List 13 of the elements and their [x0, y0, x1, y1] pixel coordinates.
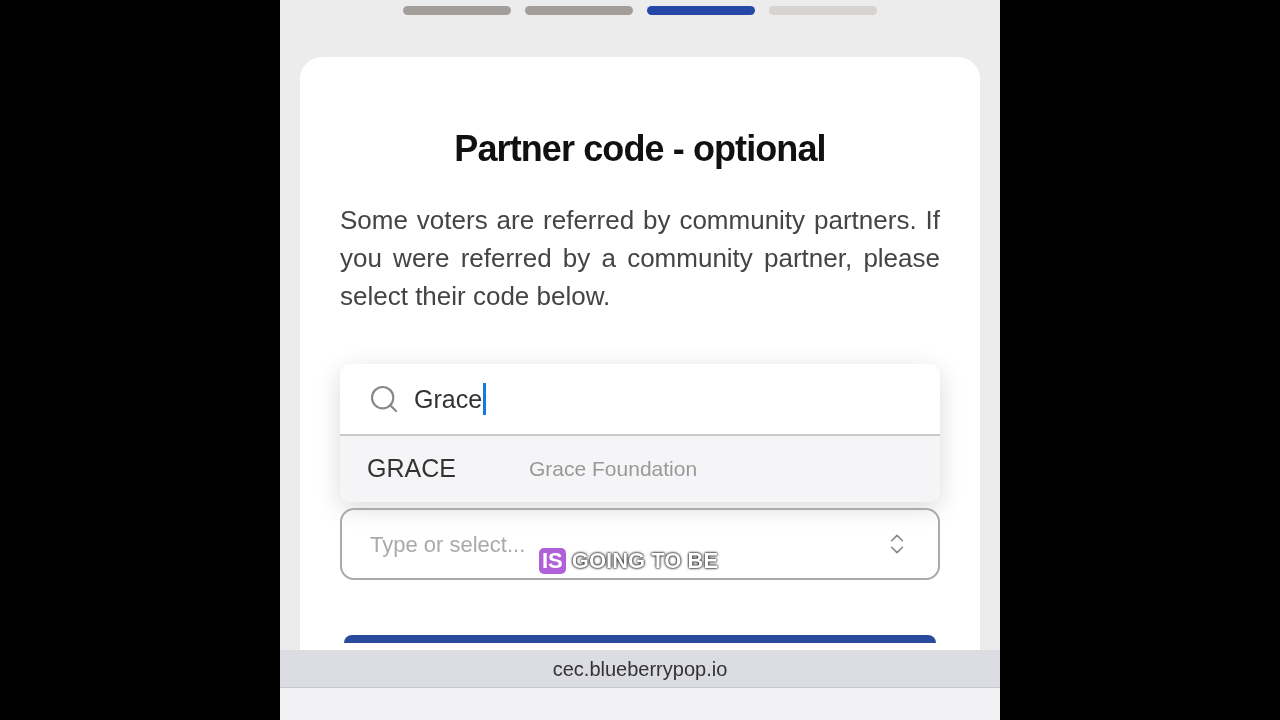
continue-button[interactable] — [344, 635, 936, 643]
url-text: cec.blueberrypop.io — [552, 656, 728, 682]
description: Some voters are referred by community partners. If you were referred by a community partner, please select their code below. — [340, 204, 940, 313]
caption-highlight: IS — [539, 548, 566, 574]
select-placeholder: Type or select... — [370, 530, 526, 559]
search-icon — [368, 383, 400, 415]
option-code: GRACE — [367, 453, 457, 485]
option-name: Grace Foundation — [529, 456, 698, 483]
caption-text: GOING TO BE — [571, 548, 719, 574]
page-title: Partner code - optional — [454, 127, 826, 171]
address-bar[interactable]: cec.blueberrypop.io — [280, 650, 1000, 688]
dropdown-option[interactable]: GRACE Grace Foundation — [340, 436, 940, 502]
search-value: Grace — [414, 383, 487, 415]
